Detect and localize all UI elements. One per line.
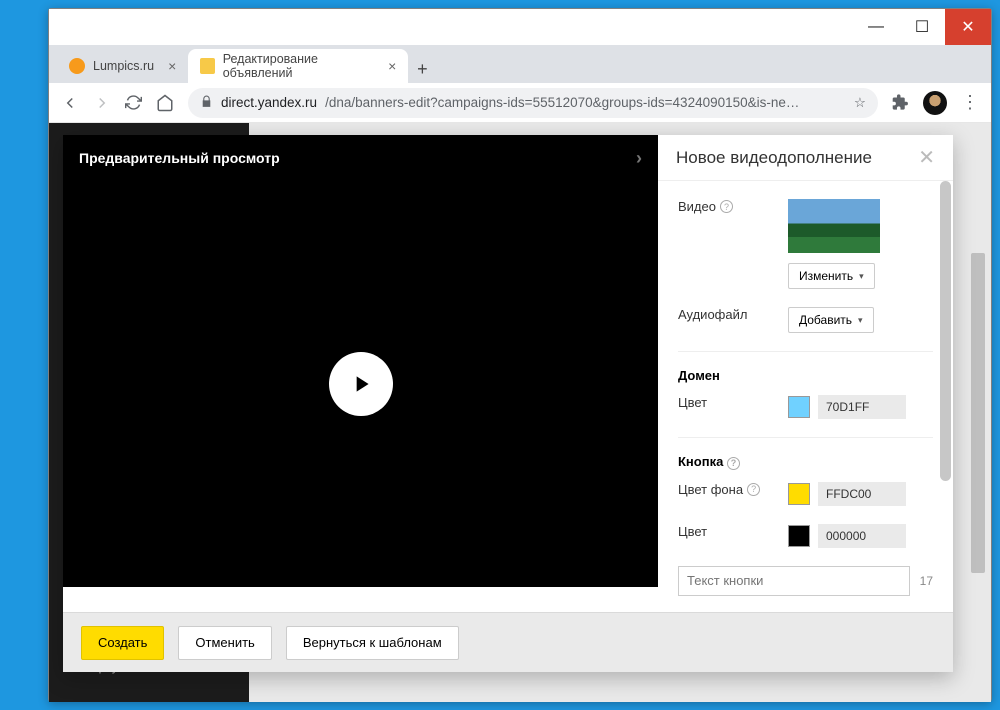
window-maximize-button[interactable]: ☐ — [899, 9, 945, 45]
back-to-templates-button[interactable]: Вернуться к шаблонам — [286, 626, 459, 660]
close-icon[interactable]: ✕ — [918, 145, 935, 170]
char-counter: 17 — [920, 574, 933, 588]
back-icon[interactable] — [61, 94, 79, 112]
help-icon[interactable]: ? — [747, 483, 760, 496]
preview-title: Предварительный просмотр — [79, 150, 280, 166]
domain-section-title: Домен — [678, 368, 933, 383]
video-extension-modal: Предварительный просмотр › Новое видеодо… — [63, 135, 953, 672]
panel-body: Видео? Изменить▾ Аудиофайл Добавить▾ — [658, 181, 953, 612]
play-button[interactable] — [329, 352, 393, 416]
video-row: Видео? Изменить▾ — [678, 199, 933, 289]
button-section-title: Кнопка ? — [678, 454, 933, 470]
video-thumbnail[interactable] — [788, 199, 880, 253]
browser-tab[interactable]: Редактирование объявлений × — [188, 49, 408, 83]
domain-color-row: Цвет 70D1FF — [678, 395, 933, 419]
window-minimize-button[interactable]: — — [853, 9, 899, 45]
preview-header: Предварительный просмотр › — [63, 135, 658, 181]
close-icon[interactable]: × — [168, 58, 176, 74]
chevron-right-icon[interactable]: › — [636, 148, 642, 169]
button-bg-value[interactable]: FFDC00 — [818, 482, 906, 506]
button-fg-swatch[interactable] — [788, 525, 810, 547]
divider — [678, 437, 933, 438]
help-icon[interactable]: ? — [727, 457, 740, 470]
tab-label: Редактирование объявлений — [223, 52, 374, 80]
play-icon — [348, 371, 374, 397]
help-icon[interactable]: ? — [720, 200, 733, 213]
button-text-input[interactable] — [678, 566, 910, 596]
favicon — [69, 58, 85, 74]
browser-toolbar: direct.yandex.ru /dna/banners-edit?campa… — [49, 83, 991, 123]
button-fg-row: Цвет 000000 — [678, 524, 933, 548]
star-icon[interactable]: ☆ — [854, 95, 866, 111]
panel-title: Новое видеодополнение — [676, 148, 872, 168]
extensions-icon[interactable] — [892, 94, 909, 111]
domain-color-value[interactable]: 70D1FF — [818, 395, 906, 419]
menu-icon[interactable]: ⋮ — [961, 92, 979, 113]
audio-row: Аудиофайл Добавить▾ — [678, 307, 933, 333]
domain-color-swatch[interactable] — [788, 396, 810, 418]
add-audio-button[interactable]: Добавить▾ — [788, 307, 874, 333]
new-tab-button[interactable]: + — [408, 55, 436, 83]
change-video-button[interactable]: Изменить▾ — [788, 263, 875, 289]
settings-panel: Новое видеодополнение ✕ Видео? Изменить▾ — [658, 135, 953, 612]
window-close-button[interactable]: ✕ — [945, 9, 991, 45]
close-icon[interactable]: × — [388, 58, 396, 74]
bgcolor-label: Цвет фона — [678, 482, 743, 497]
tab-label: Lumpics.ru — [93, 59, 154, 73]
button-bg-swatch[interactable] — [788, 483, 810, 505]
color-label: Цвет — [678, 524, 707, 539]
lock-icon — [200, 95, 213, 111]
browser-tab[interactable]: Lumpics.ru × — [57, 49, 188, 83]
modal-footer: Создать Отменить Вернуться к шаблонам — [63, 612, 953, 672]
home-icon[interactable] — [156, 94, 174, 112]
chevron-down-icon: ▾ — [858, 315, 863, 326]
chevron-down-icon: ▾ — [859, 271, 864, 282]
page-viewport: ‹ Свернуть Предварительный просмотр › Но… — [49, 123, 991, 702]
button-text-row: 17 — [678, 566, 933, 596]
divider — [678, 351, 933, 352]
window-titlebar: — ☐ ✕ — [49, 9, 991, 45]
audio-label: Аудиофайл — [678, 307, 747, 322]
address-bar[interactable]: direct.yandex.ru /dna/banners-edit?campa… — [188, 88, 878, 118]
url-path: /dna/banners-edit?campaigns-ids=55512070… — [325, 95, 799, 110]
page-scrollbar[interactable] — [971, 253, 985, 573]
favicon — [200, 58, 214, 74]
browser-tabs: Lumpics.ru × Редактирование объявлений ×… — [49, 45, 991, 83]
video-preview-area — [63, 181, 658, 587]
profile-avatar[interactable] — [923, 91, 947, 115]
url-host: direct.yandex.ru — [221, 95, 317, 110]
forward-icon[interactable] — [93, 94, 111, 112]
color-label: Цвет — [678, 395, 707, 410]
reload-icon[interactable] — [125, 94, 142, 111]
create-button[interactable]: Создать — [81, 626, 164, 660]
button-bg-row: Цвет фона ? FFDC00 — [678, 482, 933, 506]
button-fg-value[interactable]: 000000 — [818, 524, 906, 548]
cancel-button[interactable]: Отменить — [178, 626, 271, 660]
panel-header: Новое видеодополнение ✕ — [658, 135, 953, 181]
browser-window: — ☐ ✕ Lumpics.ru × Редактирование объявл… — [48, 8, 992, 702]
video-label: Видео — [678, 199, 716, 214]
